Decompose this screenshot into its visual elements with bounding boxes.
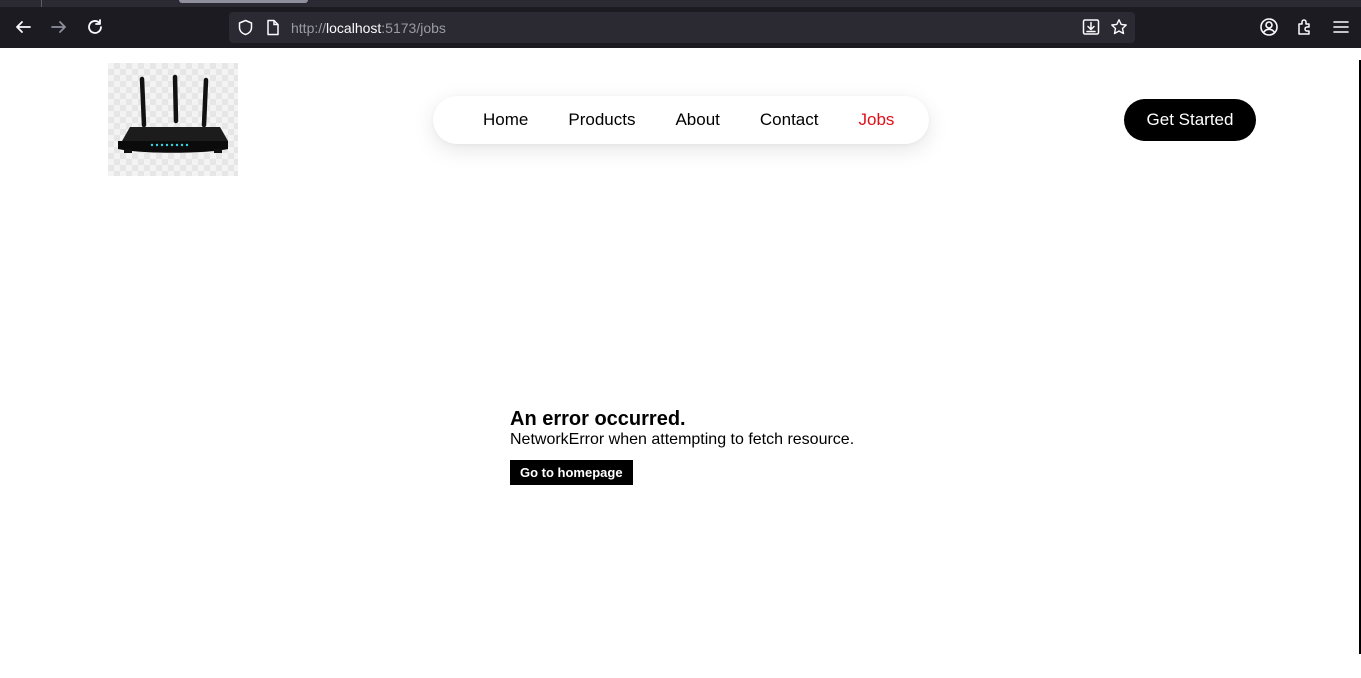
back-arrow-icon[interactable]: [10, 14, 36, 40]
forward-arrow-icon[interactable]: [46, 14, 72, 40]
tab-strip: [0, 0, 1361, 7]
save-to-pocket-icon[interactable]: [1082, 18, 1100, 36]
reload-icon[interactable]: [82, 14, 108, 40]
nav-item-jobs[interactable]: Jobs: [858, 110, 894, 130]
get-started-button[interactable]: Get Started: [1124, 99, 1256, 141]
url-text[interactable]: http://localhost:5173/jobs: [291, 20, 446, 36]
bookmark-star-icon[interactable]: [1110, 18, 1128, 36]
tab-separator: [41, 0, 42, 7]
address-bar[interactable]: http://localhost:5173/jobs: [229, 12, 1135, 43]
error-panel: An error occurred. NetworkError when att…: [510, 408, 854, 485]
page-icon[interactable]: [265, 19, 281, 36]
menu-hamburger-icon[interactable]: [1331, 17, 1351, 37]
shield-icon[interactable]: [237, 19, 254, 36]
go-to-homepage-button[interactable]: Go to homepage: [510, 460, 633, 485]
url-scheme: http://: [291, 20, 327, 36]
nav-item-home[interactable]: Home: [483, 110, 528, 130]
error-title: An error occurred.: [510, 408, 686, 430]
url-path: :5173/jobs: [381, 20, 446, 36]
nav-item-products[interactable]: Products: [568, 110, 635, 130]
nav-item-about[interactable]: About: [675, 110, 719, 130]
nav-item-contact[interactable]: Contact: [760, 110, 819, 130]
main-nav: Home Products About Contact Jobs: [433, 96, 929, 144]
account-icon[interactable]: [1259, 17, 1279, 37]
url-host: localhost: [326, 20, 382, 36]
page-viewport: Home Products About Contact Jobs Get Sta…: [0, 48, 1361, 678]
extensions-icon[interactable]: [1295, 17, 1315, 37]
active-tab[interactable]: [179, 0, 308, 3]
error-message: NetworkError when attempting to fetch re…: [510, 431, 855, 448]
router-logo[interactable]: [108, 63, 238, 176]
browser-toolbar: http://localhost:5173/jobs: [0, 0, 1361, 48]
